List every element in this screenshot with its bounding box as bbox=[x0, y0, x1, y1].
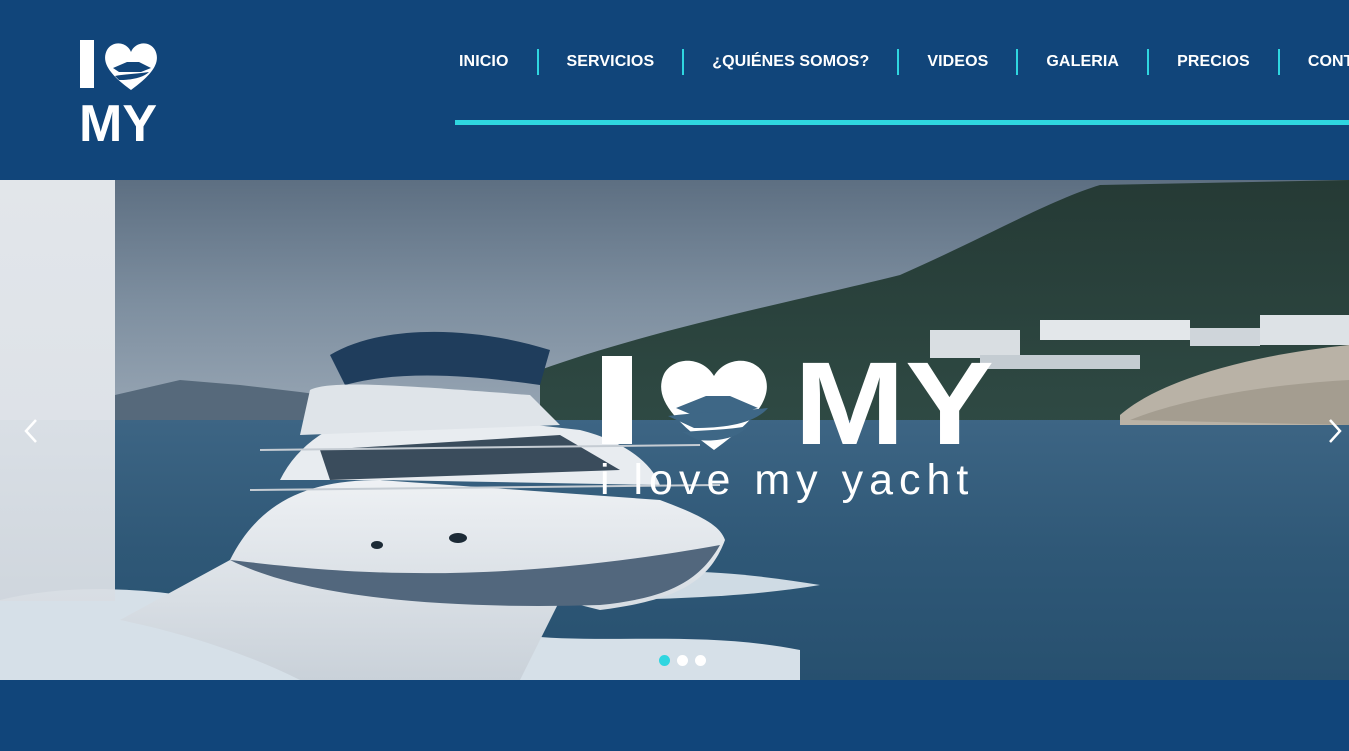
nav-item-quienes-somos: ¿QUIÉNES SOMOS? bbox=[684, 48, 897, 76]
section-band bbox=[0, 680, 1349, 751]
site-header: MY INICIO SERVICIOS ¿QUIÉNES SOMOS? VIDE… bbox=[0, 0, 1349, 180]
slider-pagination bbox=[659, 655, 706, 666]
nav-link-galeria[interactable]: GALERIA bbox=[1018, 53, 1147, 71]
main-nav: INICIO SERVICIOS ¿QUIÉNES SOMOS? VIDEOS … bbox=[431, 48, 1349, 76]
nav-link-precios[interactable]: PRECIOS bbox=[1149, 53, 1278, 71]
nav-underline-bar bbox=[455, 120, 1349, 125]
nav-item-inicio: INICIO bbox=[431, 48, 537, 76]
nav-item-servicios: SERVICIOS bbox=[539, 48, 683, 76]
slider-dot-3[interactable] bbox=[695, 655, 706, 666]
nav-link-servicios[interactable]: SERVICIOS bbox=[539, 53, 683, 71]
nav-link-videos[interactable]: VIDEOS bbox=[899, 53, 1016, 71]
chevron-right-icon bbox=[1329, 419, 1342, 443]
slider-prev-button[interactable] bbox=[16, 416, 46, 446]
slider-next-button[interactable] bbox=[1320, 416, 1349, 446]
hero-logo-my-text: MY bbox=[794, 352, 994, 452]
slider-left-overlay bbox=[0, 180, 115, 601]
hero-slider: MY i love my yacht bbox=[0, 180, 1349, 680]
nav-link-inicio[interactable]: INICIO bbox=[431, 53, 537, 71]
brand-logo[interactable]: MY bbox=[79, 38, 175, 144]
nav-item-precios: PRECIOS bbox=[1149, 48, 1278, 76]
nav-item-videos: VIDEOS bbox=[899, 48, 1016, 76]
hero-tagline: i love my yacht bbox=[600, 456, 975, 504]
heart-yacht-icon bbox=[661, 360, 768, 450]
nav-item-galeria: GALERIA bbox=[1018, 48, 1147, 76]
nav-link-contacto[interactable]: CONTACTO bbox=[1280, 53, 1349, 71]
slider-dot-1[interactable] bbox=[659, 655, 670, 666]
chevron-left-icon bbox=[24, 419, 37, 443]
slider-dot-2[interactable] bbox=[677, 655, 688, 666]
nav-item-contacto: CONTACTO bbox=[1280, 48, 1349, 76]
logo-my-text: MY bbox=[79, 95, 157, 144]
nav-link-quienes-somos[interactable]: ¿QUIÉNES SOMOS? bbox=[684, 53, 897, 71]
